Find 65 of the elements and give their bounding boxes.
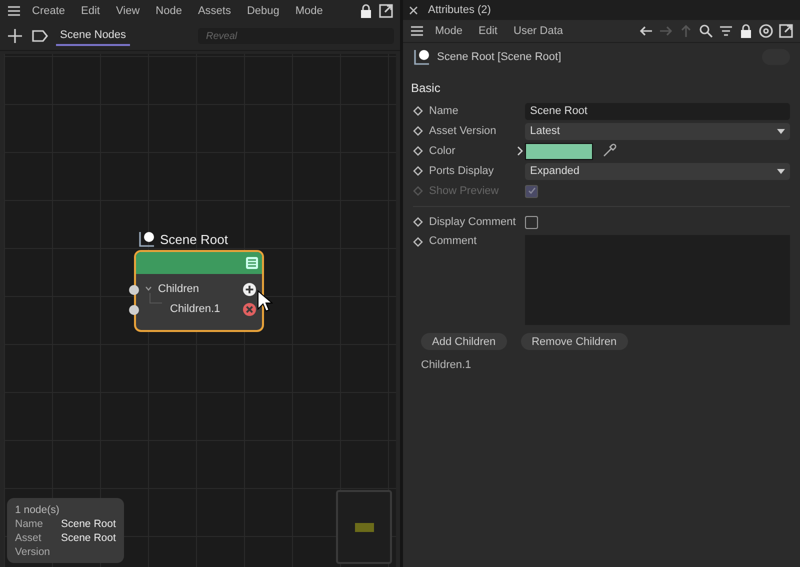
menu-icon[interactable] — [6, 3, 22, 19]
scene-root-icon — [413, 48, 431, 66]
field-label: Comment — [429, 234, 478, 247]
menu-item[interactable]: Create — [26, 5, 72, 17]
node-title: Scene Root — [160, 232, 228, 246]
filter-icon[interactable] — [718, 23, 734, 39]
object-name: Scene Root [Scene Root] — [437, 51, 562, 63]
menu-item[interactable]: User Data — [508, 25, 570, 37]
expand-icon[interactable] — [517, 146, 524, 156]
dropdown[interactable]: Latest — [525, 122, 790, 140]
field-label: Name — [429, 105, 460, 117]
caret-icon — [777, 168, 785, 174]
menu-item[interactable]: Edit — [472, 25, 504, 37]
color-swatch[interactable] — [525, 142, 593, 160]
menu-item[interactable]: View — [110, 5, 146, 17]
port-label: Children.1 — [170, 303, 222, 315]
menu-item[interactable]: Edit — [75, 5, 106, 17]
checkbox[interactable] — [525, 216, 538, 228]
field-label: Ports Display — [429, 165, 495, 177]
popout-icon[interactable] — [378, 3, 394, 19]
minimap-node — [354, 522, 374, 532]
caret-icon — [777, 128, 785, 134]
target-icon[interactable] — [758, 23, 774, 39]
lock-icon[interactable] — [358, 3, 374, 19]
info-label: Asset Version — [15, 531, 52, 559]
cursor-icon — [257, 290, 273, 314]
port-label: Children — [158, 283, 200, 295]
menu-item[interactable]: Node — [150, 5, 188, 17]
remove-icon[interactable] — [243, 302, 256, 316]
menu-item[interactable]: Mode — [429, 25, 469, 37]
list-item[interactable]: Children.1 — [403, 350, 800, 380]
minimap[interactable] — [336, 490, 392, 564]
search-icon[interactable] — [698, 23, 714, 39]
port-dot[interactable] — [129, 305, 139, 315]
info-value: Scene Root — [61, 531, 116, 546]
field-label: Show Preview — [429, 185, 500, 197]
action-button[interactable]: Add Children — [421, 333, 507, 350]
scene-root-icon — [138, 230, 156, 248]
tab[interactable]: Scene Nodes — [56, 26, 130, 46]
add-icon[interactable] — [243, 282, 256, 296]
dropdown[interactable]: Expanded — [525, 162, 790, 180]
field-label: Color — [429, 145, 456, 157]
close-icon[interactable] — [409, 6, 418, 14]
checkmark-icon — [528, 187, 536, 195]
field-label: Display Comment — [429, 216, 517, 228]
menu-item[interactable]: Debug — [240, 5, 286, 17]
collapse-icon[interactable] — [145, 286, 152, 291]
port-dot[interactable] — [129, 285, 139, 295]
menu-item[interactable]: Mode — [289, 5, 329, 17]
lock-icon[interactable] — [738, 23, 754, 39]
node-card[interactable]: Children Children.1 — [134, 250, 264, 332]
menu-icon[interactable] — [409, 23, 425, 39]
info-label: Name — [15, 517, 44, 531]
tag-icon[interactable] — [30, 28, 50, 44]
field-label: Asset Version — [429, 125, 498, 137]
eyedropper-icon[interactable] — [601, 143, 617, 159]
section-heading: Basic — [410, 80, 442, 97]
name-field[interactable]: Scene Root — [525, 102, 790, 120]
panel-title: Attributes (2) — [428, 4, 491, 16]
popout-icon[interactable] — [778, 23, 794, 39]
action-button[interactable]: Remove Children — [520, 333, 628, 350]
menu-item[interactable]: Assets — [192, 5, 237, 17]
search-field[interactable]: Reveal — [198, 28, 394, 44]
node-count: 1 node(s) — [15, 503, 60, 517]
info-value: Scene Root — [61, 517, 116, 531]
